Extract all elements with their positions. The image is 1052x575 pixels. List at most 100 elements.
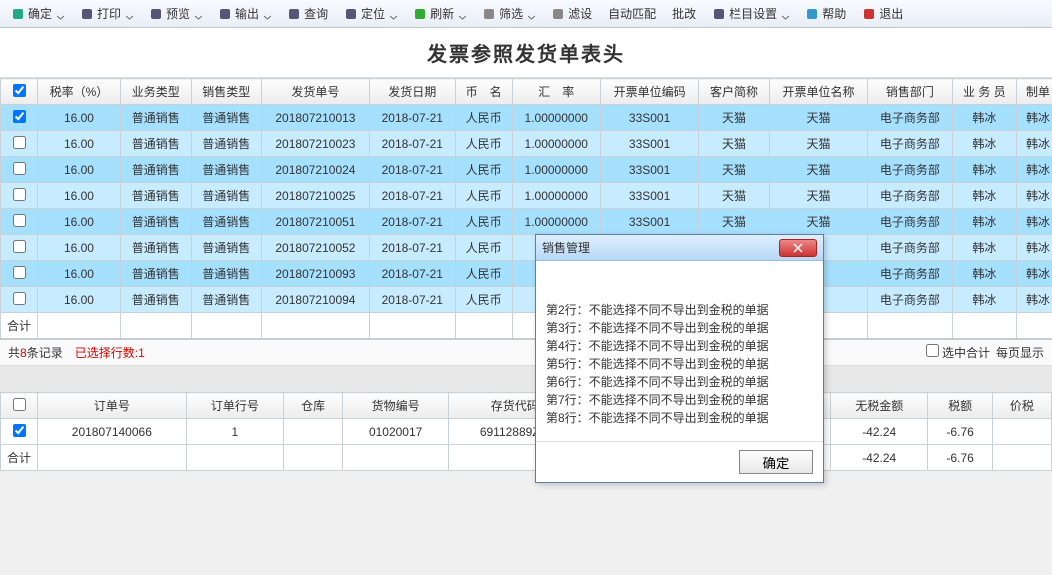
chevron-down-icon[interactable] [264,10,271,17]
table-row[interactable]: 16.00普通销售普通销售2018072100932018-07-21人民币电子… [1,261,1052,287]
col-header[interactable]: 开票单位名称 [769,79,867,105]
table-row[interactable]: 16.00普通销售普通销售2018072100512018-07-21人民币1.… [1,209,1052,235]
toolbar-colset[interactable]: 栏目设置 [705,2,796,25]
chevron-down-icon[interactable] [390,10,397,17]
cell: 普通销售 [191,131,262,157]
close-icon[interactable] [779,239,817,257]
toolbar-filter[interactable]: 筛选 [475,2,542,25]
cell: 2018-07-21 [369,157,455,183]
toolbar-export[interactable]: 输出 [211,2,278,25]
cell: 201807210051 [262,209,370,235]
col-header[interactable]: 订单号 [38,393,187,419]
col-header[interactable]: 制单 [1017,79,1052,105]
chevron-down-icon[interactable] [782,10,789,17]
col-header[interactable]: 订单行号 [186,393,283,419]
row-checkbox[interactable] [13,424,26,437]
cell: 普通销售 [120,209,191,235]
check-total-checkbox[interactable] [926,344,939,357]
cell: 人民币 [455,131,512,157]
row-checkbox[interactable] [13,136,26,149]
table-row[interactable]: 16.00普通销售普通销售2018072100252018-07-21人民币1.… [1,183,1052,209]
refresh-icon [413,7,427,21]
cell [186,445,283,471]
cell: 天猫 [699,131,770,157]
col-header[interactable]: 价税 [992,393,1051,419]
toolbar-refresh[interactable]: 刷新 [406,2,473,25]
col-header[interactable]: 销售类型 [191,79,262,105]
chevron-down-icon[interactable] [459,10,466,17]
toolbar-help[interactable]: 帮助 [798,2,853,25]
toolbar-batch[interactable]: 批改 [665,2,703,25]
ok-button[interactable]: 确定 [739,450,813,474]
cell: 电子商务部 [868,105,952,131]
col-header[interactable]: 汇 率 [512,79,600,105]
total-label: 合计 [1,313,38,339]
toolbar-exit[interactable]: 退出 [855,2,910,25]
table-row[interactable]: 16.00普通销售普通销售2018072100132018-07-21人民币1.… [1,105,1052,131]
table-row[interactable]: 16.00普通销售普通销售2018072100522018-07-21人民币电子… [1,235,1052,261]
col-header[interactable]: 无税金额 [831,393,928,419]
exit-icon [862,7,876,21]
chevron-down-icon[interactable] [57,10,64,17]
toolbar-preview[interactable]: 预览 [142,2,209,25]
toolbar-ok[interactable]: 确定 [4,2,71,25]
col-header[interactable]: 币 名 [455,79,512,105]
cell: 2018-07-21 [369,209,455,235]
cell: 韩冰 [952,261,1016,287]
cell: -42.24 [831,419,928,445]
dialog-title: 销售管理 [542,239,590,256]
header-checkbox[interactable] [1,79,38,105]
col-header[interactable]: 货物编号 [343,393,449,419]
toolbar-label: 批改 [672,5,696,22]
col-header[interactable]: 业务类型 [120,79,191,105]
row-checkbox[interactable] [13,110,26,123]
toolbar-locate[interactable]: 定位 [337,2,404,25]
col-header[interactable]: 业 务 员 [952,79,1016,105]
row-checkbox[interactable] [13,188,26,201]
cell: 韩冰 [952,131,1016,157]
check-total[interactable]: 选中合计 [926,344,990,361]
toolbar-query[interactable]: 查询 [280,2,335,25]
cell: 普通销售 [120,235,191,261]
preview-icon [149,7,163,21]
chevron-down-icon[interactable] [195,10,202,17]
table-row[interactable]: 16.00普通销售普通销售2018072100232018-07-21人民币1.… [1,131,1052,157]
toolbar-print[interactable]: 打印 [73,2,140,25]
col-header[interactable]: 销售部门 [868,79,952,105]
col-header[interactable]: 发货日期 [369,79,455,105]
cell: 201807210052 [262,235,370,261]
cell: 人民币 [455,287,512,313]
cell: 2018-07-21 [369,131,455,157]
cell: -42.24 [831,445,928,471]
row-checkbox[interactable] [13,292,26,305]
chevron-down-icon[interactable] [126,10,133,17]
table-row[interactable]: 20180714006610102001769112889Z...鸿顺尊礼 .0… [1,419,1052,445]
table-row[interactable]: 16.00普通销售普通销售2018072100942018-07-21人民币电子… [1,287,1052,313]
header-checkbox[interactable] [1,393,38,419]
toolbar-label: 栏目设置 [729,5,777,22]
chevron-down-icon[interactable] [528,10,535,17]
cell: 普通销售 [191,105,262,131]
delivery-grid: 税率（%）业务类型销售类型发货单号发货日期币 名汇 率开票单位编码客户简称开票单… [0,78,1052,340]
dialog-line: 第6行：不能选择不同不导出到金税的单据 [546,373,813,391]
toolbar-label: 筛选 [499,5,523,22]
cell: 201807210093 [262,261,370,287]
col-header[interactable]: 税额 [928,393,992,419]
table-row[interactable]: 16.00普通销售普通销售2018072100242018-07-21人民币1.… [1,157,1052,183]
row-checkbox[interactable] [13,162,26,175]
col-header[interactable]: 客户简称 [699,79,770,105]
cell: 韩冰 [1017,157,1052,183]
cell: 普通销售 [191,261,262,287]
col-header[interactable]: 仓库 [284,393,343,419]
col-header[interactable]: 发货单号 [262,79,370,105]
col-header[interactable]: 税率（%） [38,79,121,105]
row-checkbox[interactable] [13,240,26,253]
toolbar-automatch[interactable]: 自动匹配 [601,2,663,25]
row-checkbox[interactable] [13,266,26,279]
row-checkbox[interactable] [13,214,26,227]
dialog-title-bar[interactable]: 销售管理 [536,235,823,261]
status-bar: 共8条记录 已选择行数:1 选中合计 每页显示 [0,340,1052,366]
dialog-line: 第2行：不能选择不同不导出到金税的单据 [546,301,813,319]
col-header[interactable]: 开票单位编码 [600,79,698,105]
toolbar-filterset[interactable]: 滤设 [544,2,599,25]
